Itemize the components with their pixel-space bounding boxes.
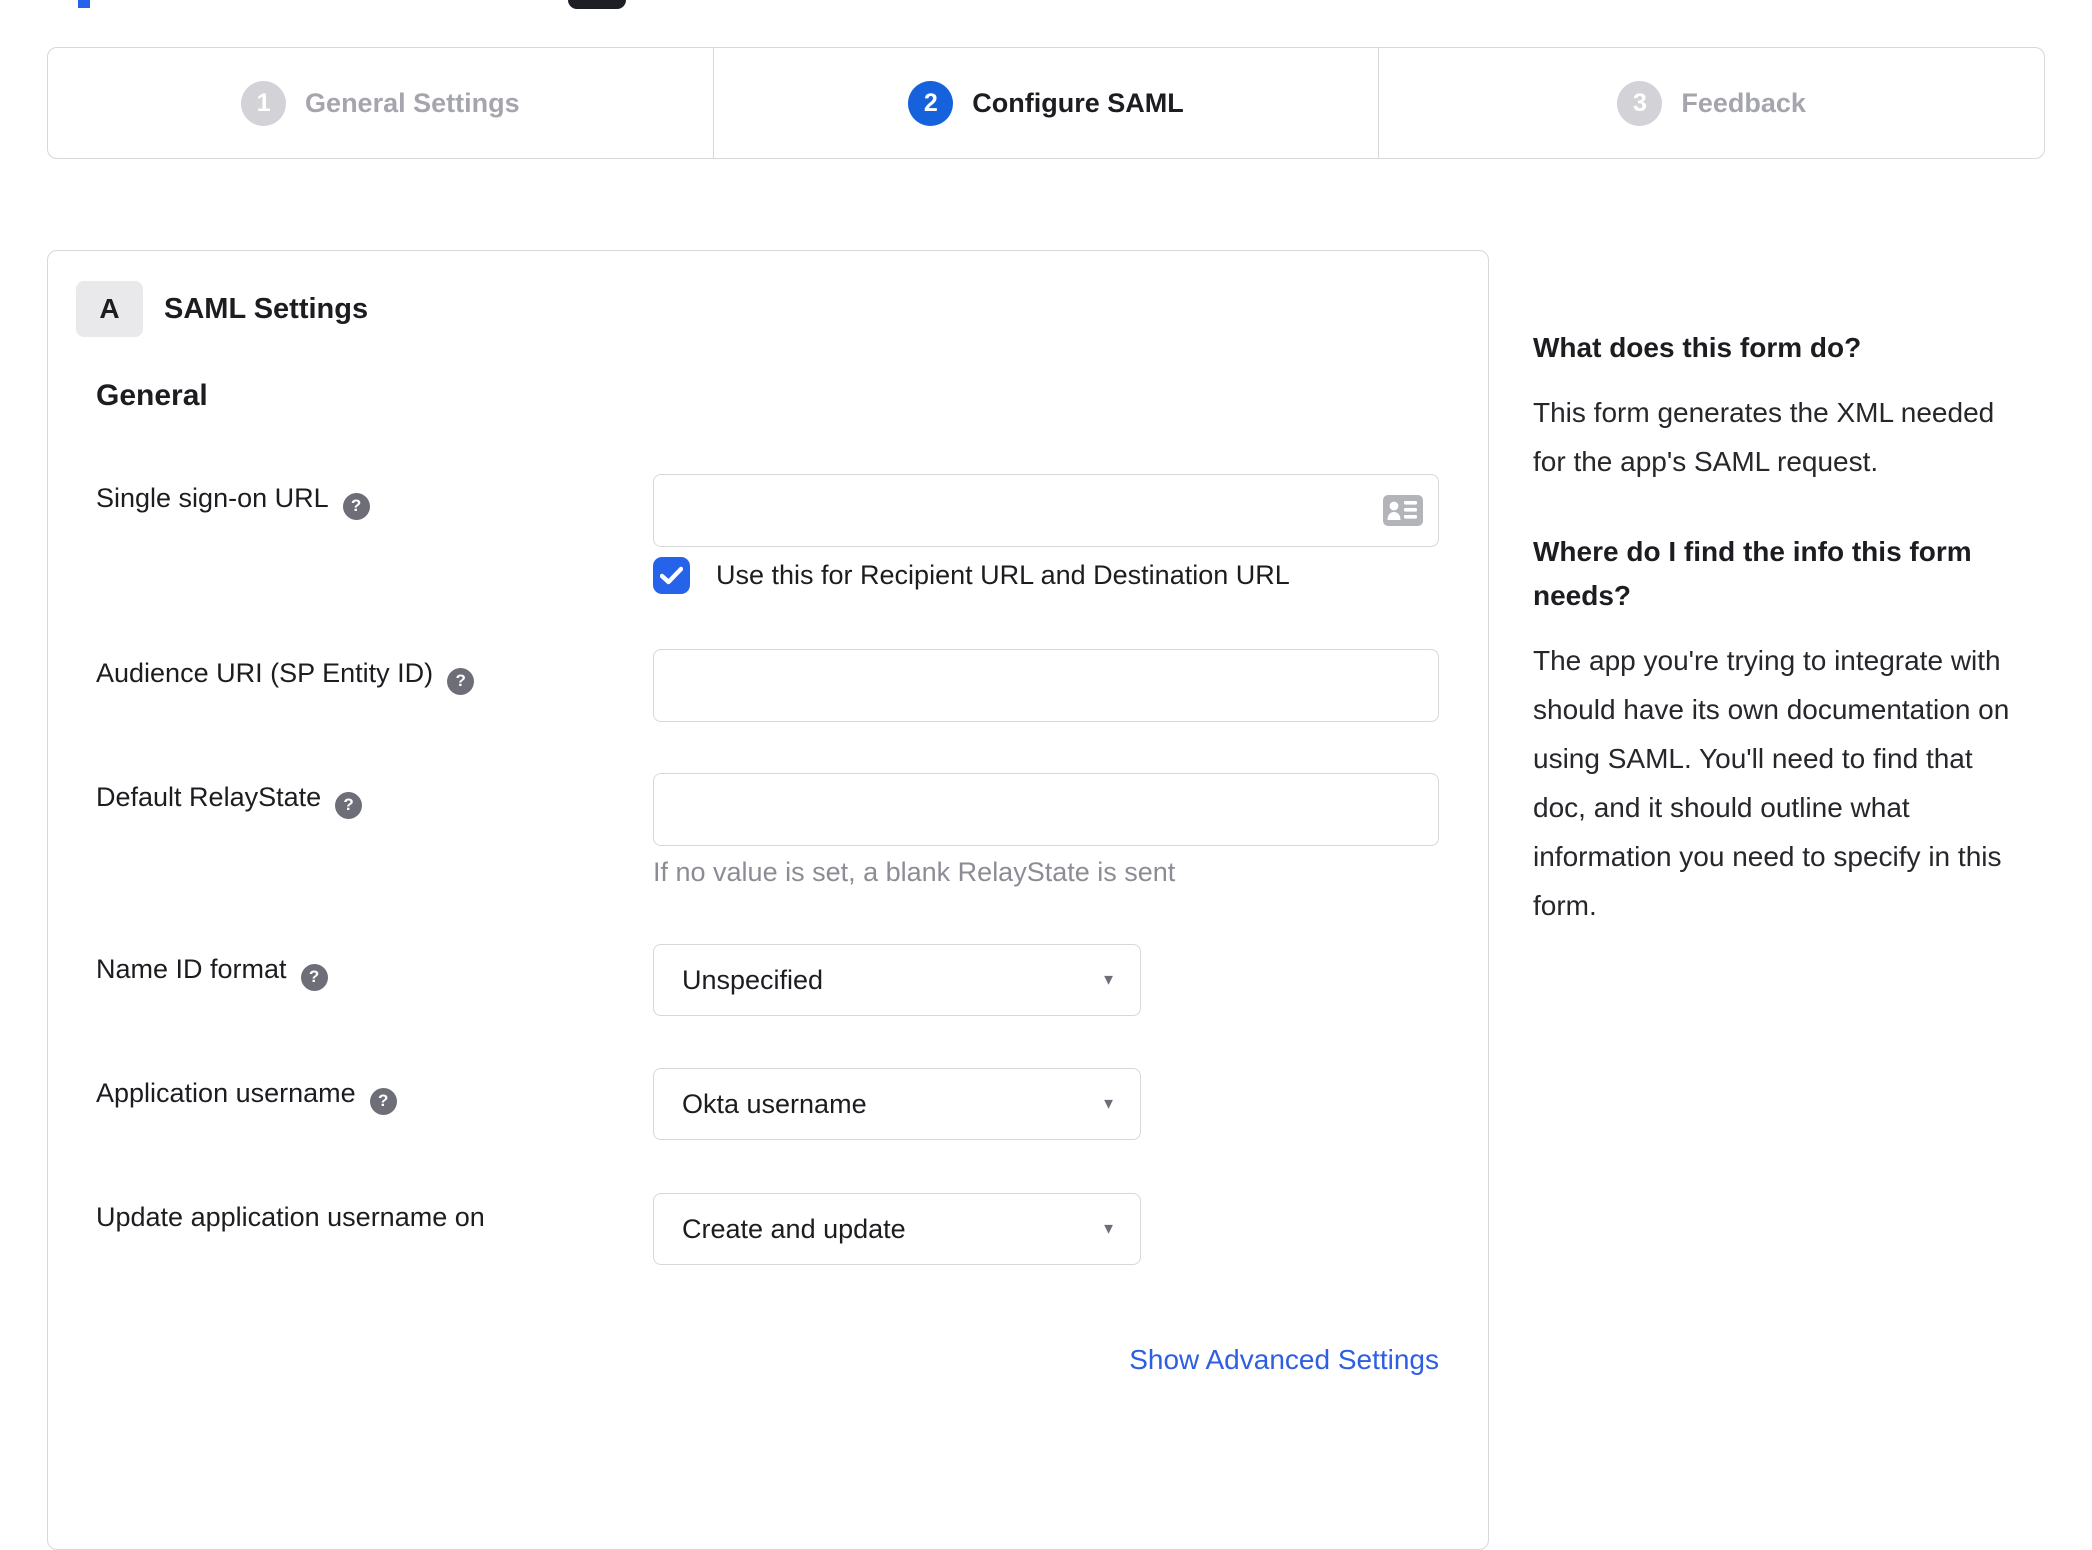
help-icon[interactable]: ? [369,1087,397,1115]
update-username-on-label: Update application username on [96,1202,485,1232]
step-2-label: Configure SAML [972,87,1184,118]
name-id-format-label: Name ID format? [96,954,328,991]
cutoff-blue-fragment [78,0,90,8]
recipient-url-checkbox-label: Use this for Recipient URL and Destinati… [716,560,1290,590]
relaystate-label: Default RelayState? [96,782,363,819]
chevron-down-icon: ▼ [1101,1095,1116,1113]
application-username-label: Application username? [96,1078,397,1115]
step-configure-saml[interactable]: 2 Configure SAML [712,48,1379,158]
general-group-title: General [96,379,208,412]
help-icon[interactable]: ? [342,492,370,520]
section-title: SAML Settings [164,292,369,325]
checkmark-icon [660,566,683,585]
step-feedback[interactable]: 3 Feedback [1378,48,2044,158]
step-1-label: General Settings [305,87,520,118]
relaystate-input[interactable] [653,773,1439,846]
update-username-on-select[interactable]: Create and update ▼ [653,1193,1141,1265]
step-3-number-badge: 3 [1617,80,1663,126]
chevron-down-icon: ▼ [1101,1220,1116,1238]
step-3-label: Feedback [1681,87,1806,118]
step-general-settings[interactable]: 1 General Settings [48,48,713,158]
sso-url-input-wrap [653,474,1439,547]
sidebar-heading-what: What does this form do? [1533,332,1862,363]
saml-settings-panel: A SAML Settings General Single sign-on U… [47,250,1489,1550]
help-icon[interactable]: ? [300,963,328,991]
audience-uri-label: Audience URI (SP Entity ID)? [96,658,475,695]
sidebar-body-what: This form generates the XML needed for t… [1533,397,1995,477]
sso-url-label: Single sign-on URL? [96,483,370,520]
step-2-number-badge: 2 [908,80,954,126]
relaystate-helper-text: If no value is set, a blank RelayState i… [653,857,1176,887]
chevron-down-icon: ▼ [1101,971,1116,989]
section-a-badge: A [76,281,143,337]
wizard-stepper: 1 General Settings 2 Configure SAML 3 Fe… [47,47,2045,159]
audience-uri-input[interactable] [653,649,1439,722]
contact-card-icon [1383,495,1423,526]
sidebar-heading-where: Where do I find the info this form needs… [1533,536,1972,611]
step-1-number-badge: 1 [241,80,287,126]
recipient-url-checkbox-row: Use this for Recipient URL and Destinati… [653,557,1290,594]
help-icon[interactable]: ? [447,667,475,695]
help-icon[interactable]: ? [335,791,363,819]
sso-url-input[interactable] [653,474,1439,547]
show-advanced-settings-link[interactable]: Show Advanced Settings [653,1344,1439,1376]
application-username-select[interactable]: Okta username ▼ [653,1068,1141,1140]
name-id-format-select[interactable]: Unspecified ▼ [653,944,1141,1016]
cutoff-dark-logo-fragment [568,0,626,9]
sidebar-body-where: The app you're trying to integrate with … [1533,645,2010,921]
recipient-url-checkbox[interactable] [653,557,690,594]
help-sidebar: What does this form do? This form genera… [1533,326,2033,974]
